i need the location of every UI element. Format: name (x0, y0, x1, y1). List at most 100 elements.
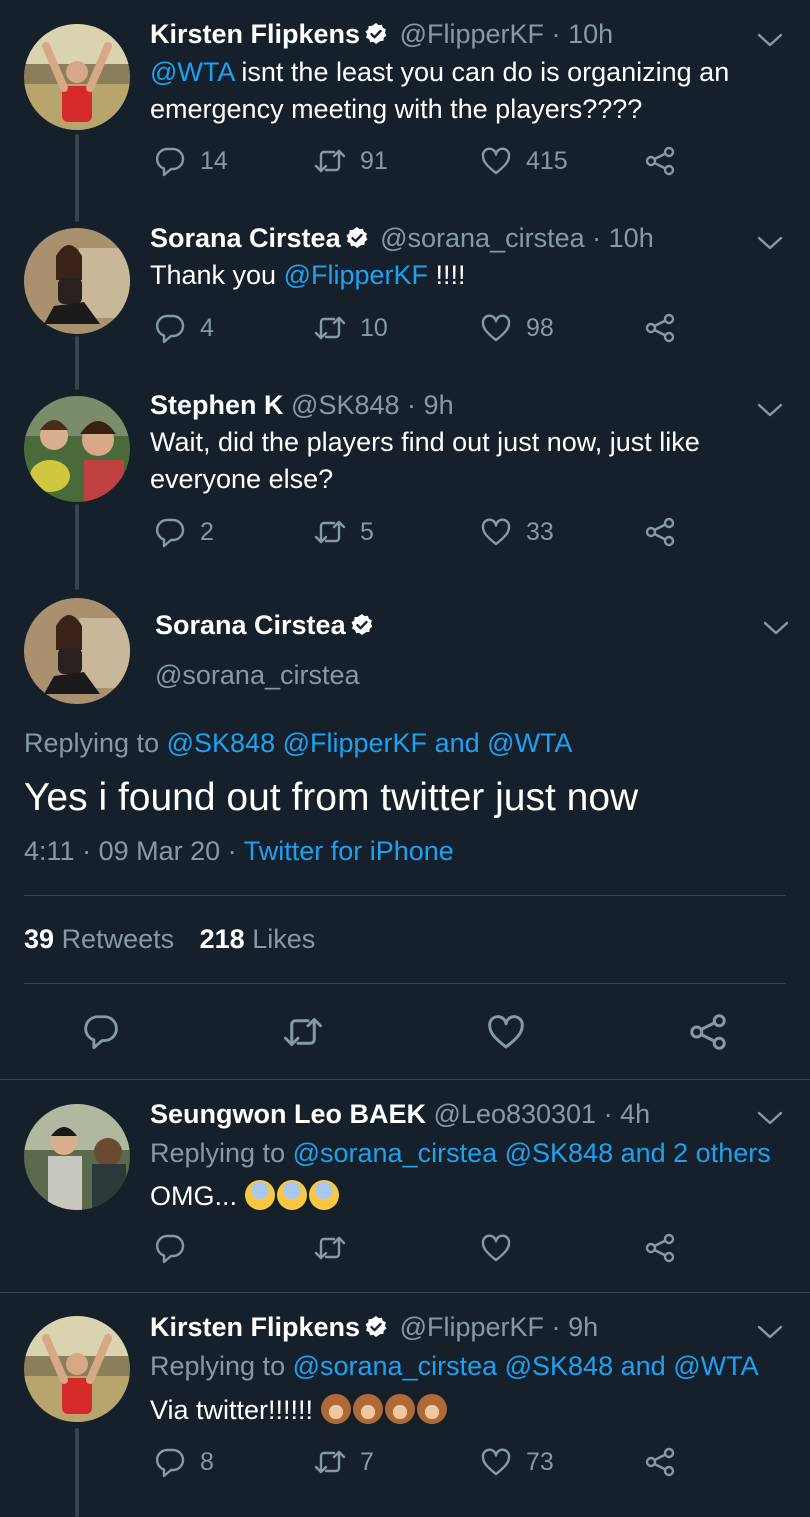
mention-link[interactable]: @sorana_cirstea @SK848 (293, 1138, 613, 1168)
chevron-down-icon[interactable] (756, 30, 784, 50)
reply-icon[interactable] (82, 1012, 120, 1050)
retweet-icon (314, 516, 346, 548)
user-name[interactable]: Kirsten Flipkens (150, 19, 360, 49)
share-button[interactable] (644, 516, 690, 548)
tweet-meta: 4:11 · 09 Mar 20 · Twitter for iPhone (24, 836, 454, 866)
share-icon[interactable] (688, 1012, 728, 1052)
retweet-button[interactable]: 7 (314, 1446, 374, 1478)
avatar[interactable] (24, 24, 130, 130)
like-button[interactable] (480, 1232, 526, 1264)
tweet-time[interactable]: 9h (568, 1312, 598, 1342)
heart-icon (480, 145, 512, 177)
user-handle[interactable]: @SK848 (291, 390, 399, 420)
share-button[interactable] (644, 312, 690, 344)
retweet-button[interactable]: 91 (314, 145, 388, 177)
replying-to: Replying to @SK848 @FlipperKF and @WTA (24, 728, 573, 758)
retweet-icon[interactable] (282, 1012, 324, 1052)
user-name[interactable]: Seungwon Leo BAEK (150, 1099, 426, 1129)
user-name[interactable]: Sorana Cirstea (155, 610, 346, 640)
share-icon (644, 1446, 676, 1478)
avatar[interactable] (24, 228, 130, 334)
thread-line (75, 1428, 79, 1517)
verified-badge-icon (364, 22, 388, 46)
heart-icon (480, 1446, 512, 1478)
share-button[interactable] (644, 1232, 690, 1264)
reply-button[interactable]: 14 (154, 145, 228, 177)
main-author: Sorana Cirstea (155, 610, 378, 641)
separator: · (551, 1312, 561, 1342)
chevron-down-icon[interactable] (756, 233, 784, 253)
user-name[interactable]: Kirsten Flipkens (150, 1312, 360, 1342)
verified-badge-icon (350, 613, 374, 637)
mention-link[interactable]: @sorana_cirstea @SK848 (293, 1351, 613, 1381)
user-handle[interactable]: @FlipperKF (400, 1312, 544, 1342)
retweet-button[interactable] (314, 1232, 360, 1264)
tweet-time[interactable]: 9h (424, 390, 454, 420)
tweet-time[interactable]: 4h (620, 1099, 650, 1129)
avatar[interactable] (24, 1104, 130, 1210)
tweet-actions: 2 5 33 (150, 516, 690, 556)
like-stat[interactable]: 218 Likes (200, 924, 316, 954)
separator: · (603, 1099, 613, 1129)
tweet-text: @WTA isnt the least you can do is organi… (150, 57, 730, 124)
heart-icon (480, 516, 512, 548)
like-button[interactable]: 415 (480, 145, 568, 177)
tweet-time[interactable]: 10h (609, 223, 654, 253)
avatar[interactable] (24, 1316, 130, 1422)
main-tweet-text: Yes i found out from twitter just now (24, 776, 639, 819)
share-icon (644, 312, 676, 344)
user-handle[interactable]: @FlipperKF (400, 19, 544, 49)
mention-link[interactable]: @FlipperKF (283, 728, 427, 758)
reply-button[interactable]: 8 (154, 1446, 214, 1478)
tweet-actions: 8 7 73 (150, 1446, 690, 1486)
tweet-time[interactable]: 10h (568, 19, 613, 49)
like-button[interactable]: 98 (480, 312, 554, 344)
tweet-text: Wait, did the players find out just now,… (150, 427, 700, 494)
tweet-actions: 4 10 98 (150, 312, 690, 352)
reply-icon (154, 1232, 186, 1264)
mention-link[interactable]: @SK848 (167, 728, 275, 758)
chevron-down-icon[interactable] (762, 618, 790, 638)
thread-line (75, 336, 79, 390)
reply-icon (154, 1446, 186, 1478)
reply-button[interactable] (154, 1232, 200, 1264)
heart-icon[interactable] (486, 1012, 526, 1052)
user-name[interactable]: Stephen K (150, 390, 284, 420)
retweet-button[interactable]: 10 (314, 312, 388, 344)
heart-icon (480, 312, 512, 344)
divider (24, 895, 786, 896)
reply-button[interactable]: 4 (154, 312, 214, 344)
main-actions (0, 1012, 810, 1052)
tweet-stats: 39 Retweets 218 Likes (24, 924, 315, 955)
like-button[interactable]: 33 (480, 516, 554, 548)
share-icon (644, 145, 676, 177)
tweet-header: Seungwon Leo BAEK @Leo830301 · 4h (150, 1097, 650, 1131)
mention-link[interactable]: @WTA (673, 1351, 758, 1381)
chevron-down-icon[interactable] (756, 1108, 784, 1128)
user-handle[interactable]: @sorana_cirstea (380, 223, 585, 253)
tweet-time: 4:11 (24, 836, 75, 866)
mention-link[interactable]: @WTA (150, 57, 234, 87)
mention-link[interactable]: @FlipperKF (284, 260, 428, 290)
share-button[interactable] (644, 145, 690, 177)
tweet-source[interactable]: Twitter for iPhone (244, 836, 454, 866)
user-handle[interactable]: @sorana_cirstea (155, 660, 360, 691)
see-no-evil-monkey-emoji-icon (352, 1394, 383, 1424)
others-link[interactable]: and 2 others (621, 1138, 771, 1168)
avatar[interactable] (24, 598, 130, 704)
mention-link[interactable]: @WTA (487, 728, 572, 758)
user-handle[interactable]: @Leo830301 (434, 1099, 597, 1129)
share-button[interactable] (644, 1446, 690, 1478)
reply-icon (154, 312, 186, 344)
chevron-down-icon[interactable] (756, 400, 784, 420)
retweet-button[interactable]: 5 (314, 516, 374, 548)
thread-line (75, 504, 79, 590)
like-button[interactable]: 73 (480, 1446, 554, 1478)
tweet-text: OMG... (150, 1178, 790, 1215)
retweet-stat[interactable]: 39 Retweets (24, 924, 174, 954)
avatar[interactable] (24, 396, 130, 502)
reply-button[interactable]: 2 (154, 516, 214, 548)
chevron-down-icon[interactable] (756, 1322, 784, 1342)
user-name[interactable]: Sorana Cirstea (150, 223, 341, 253)
verified-badge-icon (364, 1315, 388, 1339)
